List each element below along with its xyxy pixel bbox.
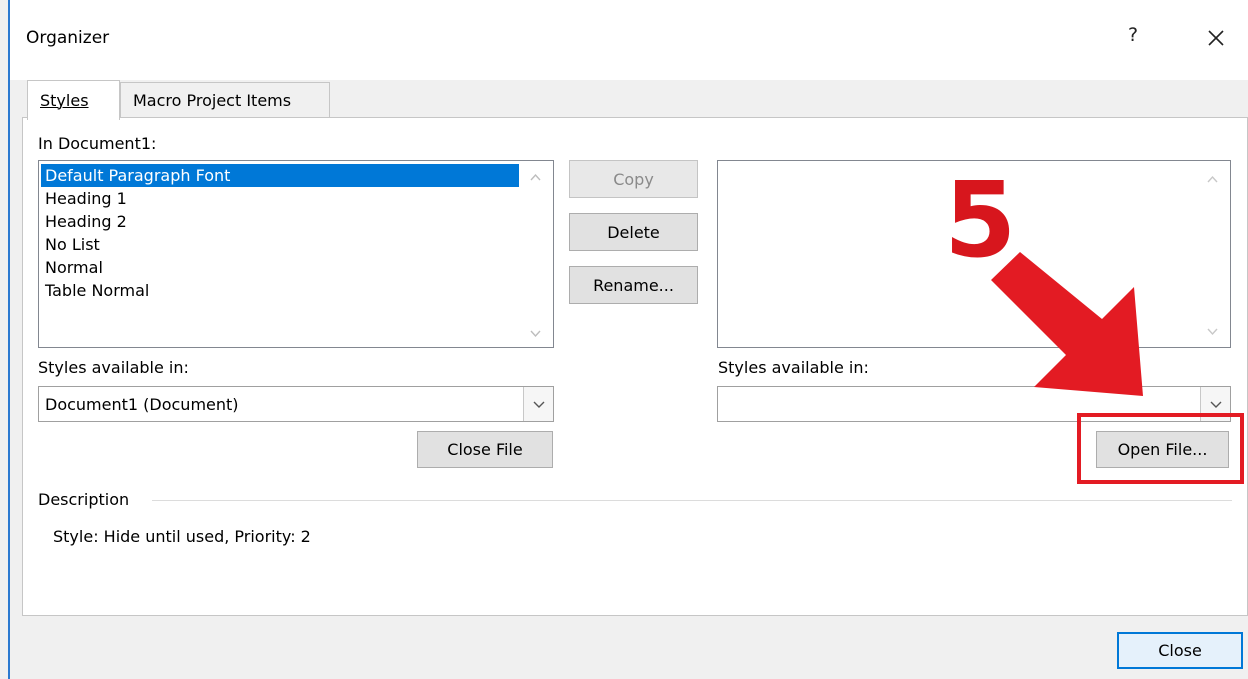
left-available-label: Styles available in: [38,358,189,377]
title-bar [10,0,1248,80]
in-document-label: In Document1: [38,134,157,153]
delete-button[interactable]: Delete [569,213,698,251]
description-separator [152,500,1232,501]
red-arrow-icon [991,252,1143,396]
delete-label: Delete [607,222,660,242]
dialog-title: Organizer [26,28,110,48]
close-window-button[interactable] [1198,20,1234,56]
description-heading: Description [38,490,130,509]
rename-label: Rename... [593,275,674,295]
left-available-value: Document1 (Document) [45,394,239,414]
tab-label: Styles [40,91,89,110]
list-item[interactable]: Normal [41,256,519,279]
help-button[interactable]: ? [1128,24,1138,46]
scroll-up-icon[interactable] [1204,171,1221,188]
description-text: Style: Hide until used, Priority: 2 [53,527,311,546]
close-icon [1208,30,1224,46]
close-file-label: Close File [447,440,523,459]
list-item[interactable]: Default Paragraph Font [41,164,519,187]
close-button[interactable]: Close [1117,632,1243,669]
chevron-down-icon[interactable] [523,387,553,421]
rename-button[interactable]: Rename... [569,266,698,304]
list-item[interactable]: Heading 1 [41,187,519,210]
left-available-dropdown[interactable]: Document1 (Document) [38,386,554,422]
tab-label: Macro Project Items [133,90,292,110]
list-item[interactable]: Heading 2 [41,210,519,233]
copy-button[interactable]: Copy [569,160,698,198]
left-styles-list[interactable]: Default Paragraph Font Heading 1 Heading… [38,160,554,348]
tab-styles[interactable]: Styles [27,80,120,120]
scroll-down-icon[interactable] [527,325,544,342]
tab-macro-project-items[interactable]: Macro Project Items [120,82,330,118]
scroll-up-icon[interactable] [527,169,544,186]
window-left-border [8,0,10,679]
right-available-label: Styles available in: [718,358,869,377]
list-item[interactable]: No List [41,233,519,256]
close-label: Close [1158,641,1202,660]
close-file-button[interactable]: Close File [417,431,553,468]
highlight-box [1077,413,1244,484]
list-item[interactable]: Table Normal [41,279,519,302]
